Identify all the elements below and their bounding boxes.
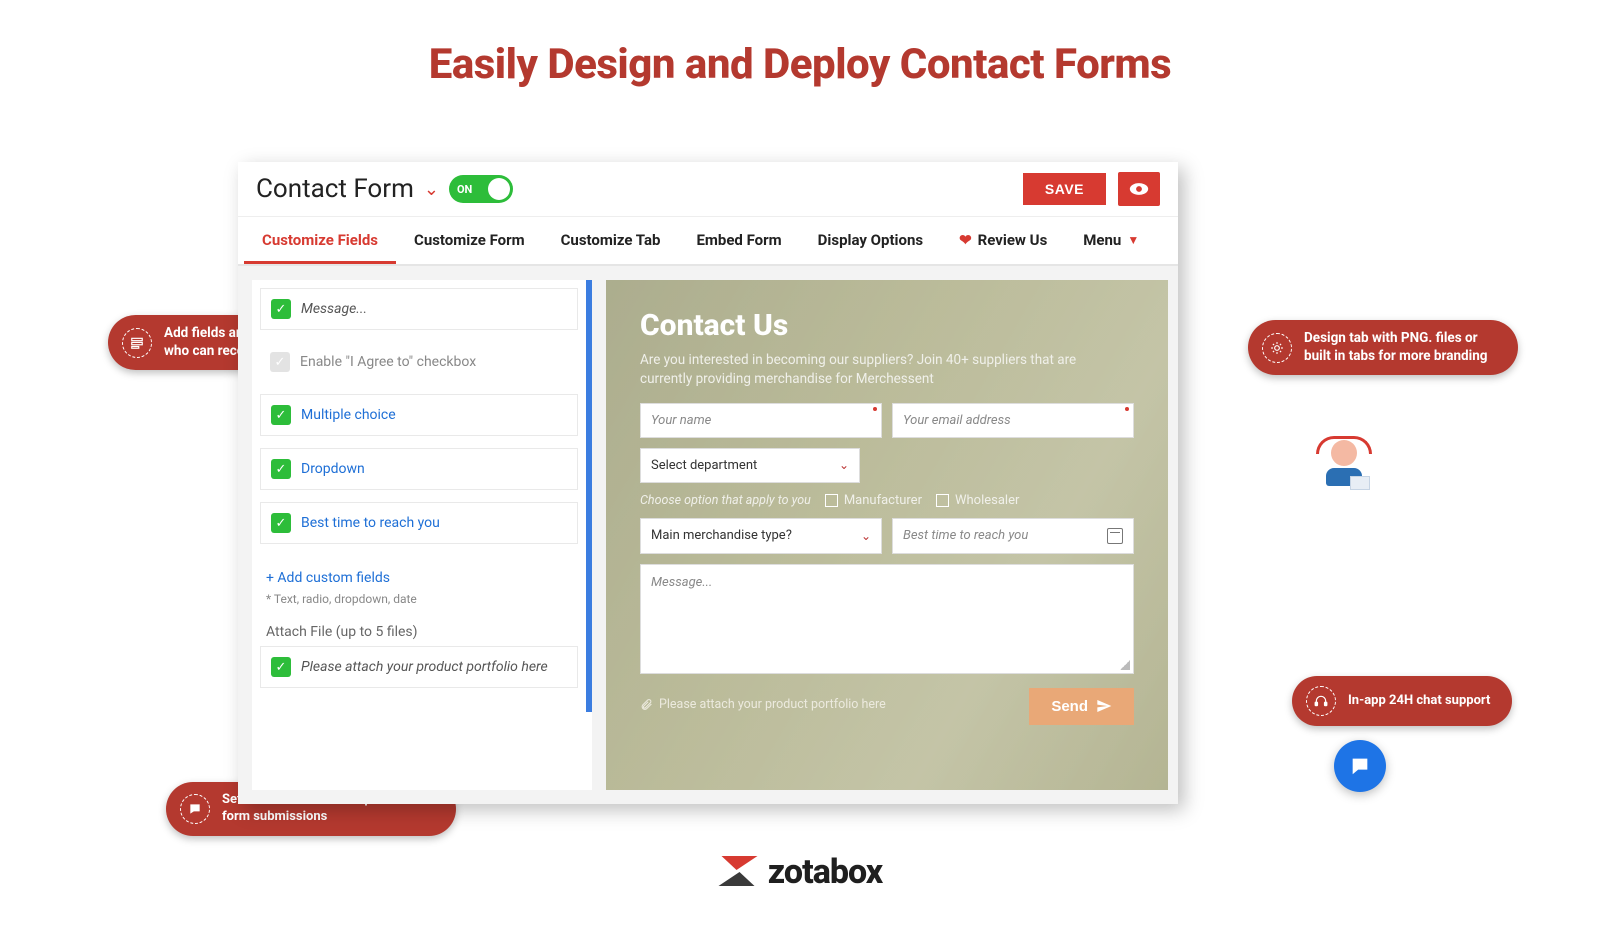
- label-text: Choose option that apply to you: [640, 493, 811, 508]
- tab-menu[interactable]: Menu ▼: [1065, 217, 1157, 264]
- select-value: Main merchandise type?: [651, 528, 792, 543]
- toggle-knob: [488, 178, 510, 200]
- field-label: Dropdown: [301, 461, 365, 477]
- chat-icon: [180, 794, 210, 824]
- resize-handle-icon[interactable]: [1120, 660, 1130, 670]
- check-icon: ✓: [271, 657, 291, 677]
- support-agent-avatar: [1320, 440, 1368, 488]
- check-icon: ✓: [271, 299, 291, 319]
- caret-down-icon: ▼: [1127, 233, 1139, 247]
- app-window: Contact Form ⌄ ON SAVE Customize Fields …: [238, 162, 1178, 804]
- paper-plane-icon: [1096, 698, 1112, 714]
- choose-options-label: Choose option that apply to you Manufact…: [640, 493, 1134, 508]
- gear-badge-icon: [1262, 333, 1292, 363]
- tab-review-us[interactable]: ❤ Review Us: [941, 217, 1065, 264]
- placeholder-text: Your email address: [903, 413, 1011, 428]
- option-wholesaler[interactable]: Wholesaler: [936, 493, 1019, 508]
- field-item-attach[interactable]: ✓ Please attach your product portfolio h…: [260, 646, 578, 688]
- brand-footer: zotabox: [0, 852, 1600, 892]
- callout-support: In-app 24H chat support: [1292, 676, 1512, 726]
- preview-subtitle: Are you interested in becoming our suppl…: [640, 351, 1080, 389]
- brand-name: zotabox: [768, 852, 882, 892]
- field-label: Please attach your product portfolio her…: [301, 659, 548, 675]
- form-fields-icon: [122, 328, 152, 358]
- field-item-agree[interactable]: ✓ Enable "I Agree to" checkbox: [260, 342, 578, 382]
- tab-customize-tab[interactable]: Customize Tab: [543, 217, 679, 264]
- enable-toggle[interactable]: ON: [449, 175, 513, 203]
- section-title: Contact Form: [256, 174, 414, 204]
- field-label: Best time to reach you: [301, 515, 440, 531]
- form-preview: Contact Us Are you interested in becomin…: [606, 280, 1168, 790]
- check-icon: ✓: [270, 352, 290, 372]
- message-textarea[interactable]: Message...: [640, 564, 1134, 674]
- attach-section-label: Attach File (up to 5 files): [260, 620, 578, 646]
- option-label: Wholesaler: [955, 493, 1019, 508]
- checkbox-icon: [936, 494, 949, 507]
- preview-title: Contact Us: [640, 308, 1134, 343]
- attach-hint[interactable]: Please attach your product portfolio her…: [640, 697, 886, 712]
- add-custom-fields-link[interactable]: + Add custom fields: [260, 556, 578, 590]
- chat-bubble-icon: [1349, 755, 1371, 777]
- tab-row: Customize Fields Customize Form Customiz…: [238, 217, 1178, 266]
- tab-label: Menu: [1083, 231, 1121, 249]
- option-label: Manufacturer: [844, 493, 922, 508]
- tab-label: Review Us: [978, 231, 1048, 249]
- merchandise-type-select[interactable]: Main merchandise type? ⌄: [640, 518, 882, 554]
- tab-display-options[interactable]: Display Options: [800, 217, 941, 264]
- attach-text: Please attach your product portfolio her…: [659, 697, 886, 712]
- placeholder-text: Message...: [651, 575, 712, 590]
- tab-embed-form[interactable]: Embed Form: [678, 217, 799, 264]
- field-item-best-time[interactable]: ✓ Best time to reach you: [260, 502, 578, 544]
- best-time-input[interactable]: Best time to reach you: [892, 518, 1134, 554]
- fields-panel: ✓ Message... ✓ Enable "I Agree to" check…: [252, 280, 592, 790]
- tab-customize-form[interactable]: Customize Form: [396, 217, 543, 264]
- zotabox-logo-icon: [718, 852, 758, 892]
- send-label: Send: [1051, 698, 1088, 715]
- email-input[interactable]: Your email address: [892, 403, 1134, 438]
- custom-fields-hint: * Text, radio, dropdown, date: [260, 590, 578, 620]
- field-item-multiple-choice[interactable]: ✓ Multiple choice: [260, 394, 578, 436]
- field-item-dropdown[interactable]: ✓ Dropdown: [260, 448, 578, 490]
- send-button[interactable]: Send: [1029, 688, 1134, 725]
- check-icon: ✓: [271, 513, 291, 533]
- required-dot-icon: [1125, 407, 1129, 411]
- paperclip-icon: [640, 698, 653, 711]
- field-label: Message...: [301, 301, 367, 317]
- callout-text: In-app 24H chat support: [1348, 693, 1490, 710]
- headset-icon: [1306, 686, 1336, 716]
- save-button[interactable]: SAVE: [1023, 173, 1106, 205]
- field-label: Multiple choice: [301, 407, 396, 423]
- preview-button[interactable]: [1118, 172, 1160, 206]
- placeholder-text: Best time to reach you: [903, 528, 1028, 543]
- callout-text: Design tab with PNG. files or built in t…: [1304, 330, 1496, 365]
- page-headline: Easily Design and Deploy Contact Forms: [0, 40, 1600, 89]
- name-input[interactable]: Your name: [640, 403, 882, 438]
- tab-customize-fields[interactable]: Customize Fields: [244, 217, 396, 264]
- calendar-icon: [1107, 528, 1123, 544]
- chevron-down-icon[interactable]: ⌄: [424, 179, 439, 200]
- topbar: Contact Form ⌄ ON SAVE: [238, 162, 1178, 217]
- workspace: ✓ Message... ✓ Enable "I Agree to" check…: [238, 266, 1178, 804]
- field-label: Enable "I Agree to" checkbox: [300, 354, 476, 370]
- heart-icon: ❤: [959, 231, 972, 249]
- field-item-message[interactable]: ✓ Message...: [260, 288, 578, 330]
- option-manufacturer[interactable]: Manufacturer: [825, 493, 922, 508]
- caret-down-icon: ⌄: [839, 458, 849, 472]
- chat-launcher-button[interactable]: [1334, 740, 1386, 792]
- placeholder-text: Your name: [651, 413, 711, 428]
- check-icon: ✓: [271, 405, 291, 425]
- checkbox-icon: [825, 494, 838, 507]
- caret-down-icon: ⌄: [861, 529, 871, 543]
- select-value: Select department: [651, 458, 757, 473]
- department-select[interactable]: Select department ⌄: [640, 448, 860, 483]
- required-dot-icon: [873, 407, 877, 411]
- check-icon: ✓: [271, 459, 291, 479]
- fields-scroll[interactable]: ✓ Message... ✓ Enable "I Agree to" check…: [252, 280, 592, 712]
- callout-design-tab: Design tab with PNG. files or built in t…: [1248, 320, 1518, 375]
- toggle-label: ON: [457, 183, 472, 196]
- eye-icon: [1129, 182, 1149, 196]
